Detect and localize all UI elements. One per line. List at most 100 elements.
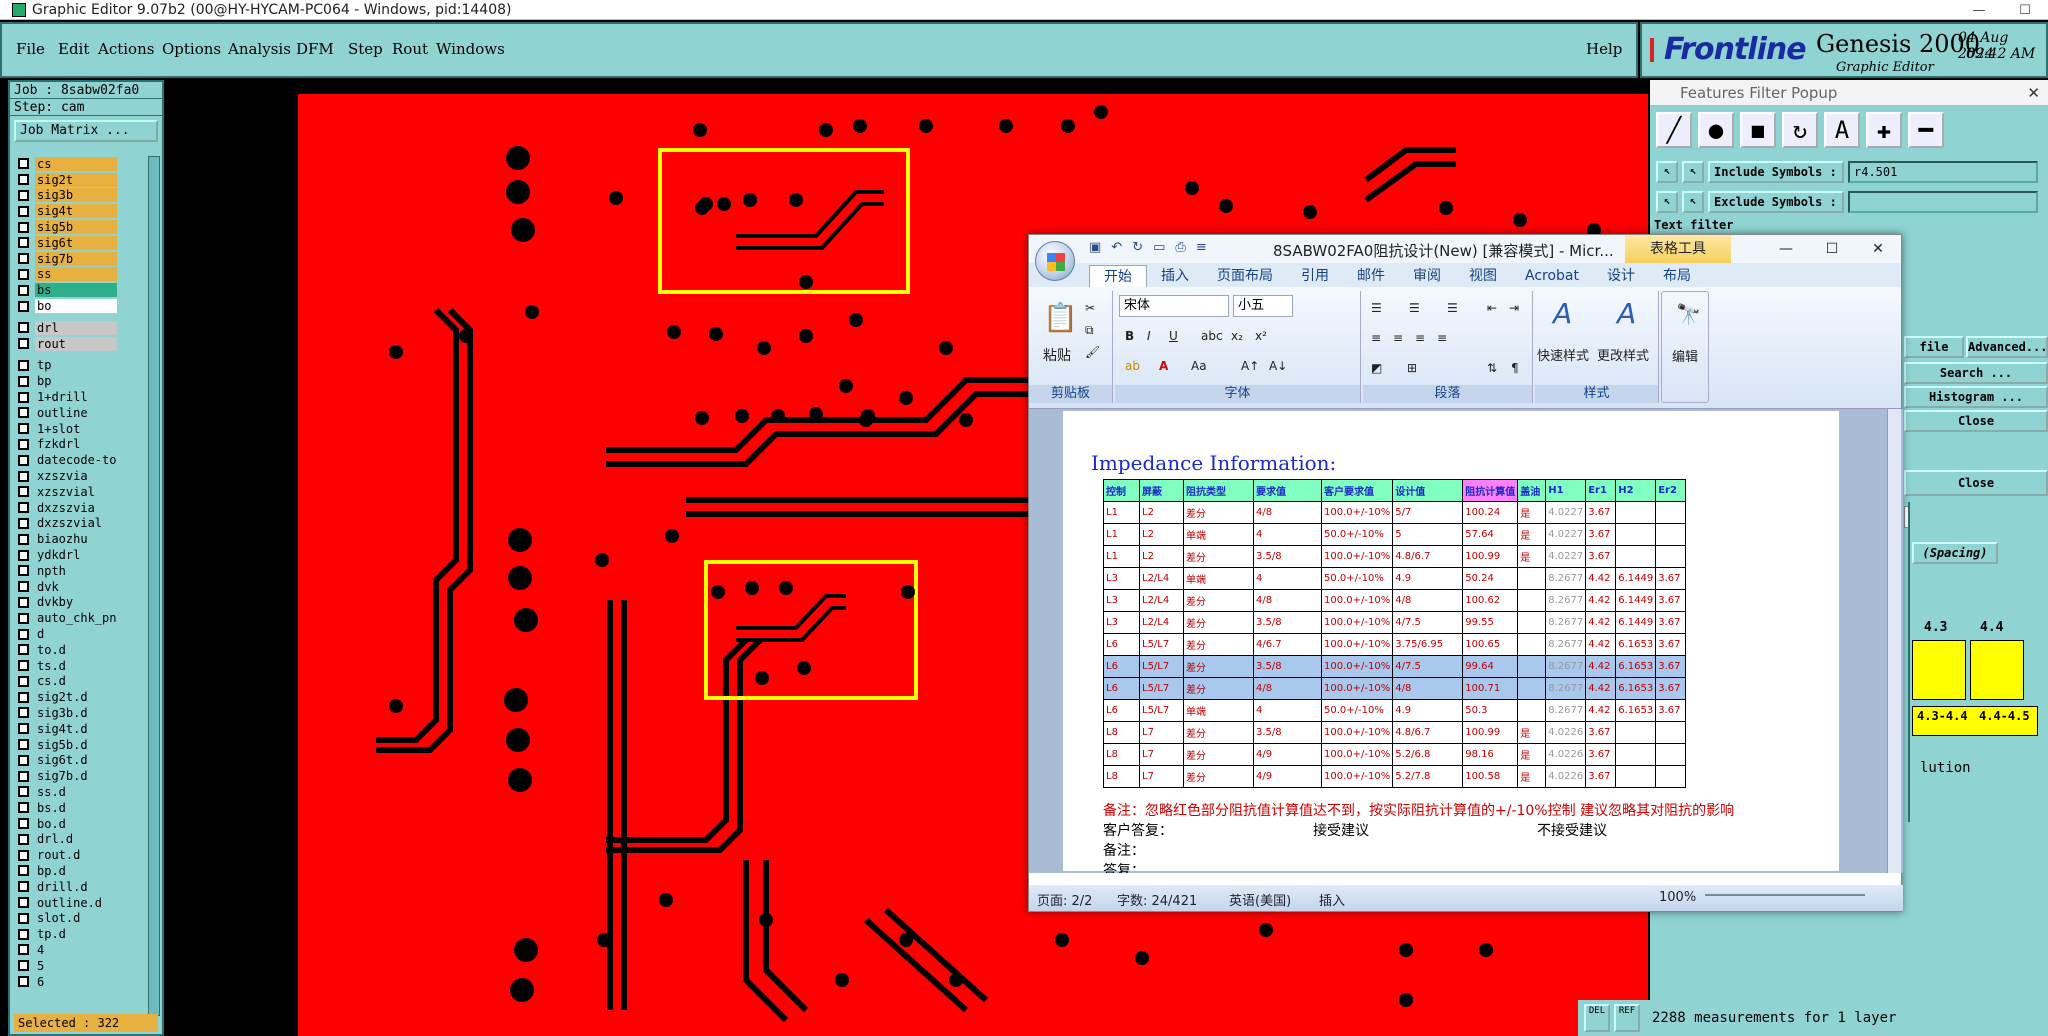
layer-name[interactable]: cs.d	[35, 674, 117, 689]
table-cell[interactable]: 3.67	[1585, 501, 1617, 524]
layer-checkbox[interactable]	[18, 338, 29, 350]
table-cell[interactable]: L5/L7	[1139, 699, 1184, 722]
close-icon[interactable]: ✕	[2027, 80, 2040, 106]
table-cell[interactable]: 50.0+/-10%	[1320, 567, 1394, 590]
table-cell[interactable]: 是	[1517, 765, 1547, 788]
layer-row[interactable]: drl.d	[14, 831, 144, 847]
layer-row[interactable]: dxzszvial	[14, 516, 144, 532]
table-cell[interactable]: L2	[1139, 523, 1184, 546]
table-cell[interactable]: 3.67	[1585, 765, 1617, 788]
table-cell[interactable]: 4/8	[1253, 677, 1322, 700]
layer-name[interactable]: sig3b	[35, 188, 117, 203]
layer-checkbox[interactable]	[18, 300, 29, 312]
table-cell[interactable]: L6	[1103, 677, 1140, 700]
layer-name[interactable]: sig5b	[35, 220, 117, 235]
table-cell[interactable]: 3.67	[1655, 699, 1687, 722]
layer-checkbox[interactable]	[18, 928, 29, 940]
table-cell[interactable]: L1	[1103, 545, 1140, 568]
layer-row[interactable]: 6	[14, 974, 144, 990]
table-cell[interactable]: 4.42	[1585, 677, 1617, 700]
layer-checkbox[interactable]	[18, 533, 29, 545]
table-cell[interactable]: 4.0226	[1545, 743, 1587, 766]
layer-row[interactable]: tp.d	[14, 926, 144, 942]
table-cell[interactable]: 8.2677	[1545, 633, 1587, 656]
sort-icon[interactable]: ⇅	[1487, 361, 1497, 375]
menu-step[interactable]: Step	[348, 40, 383, 58]
document-scrollbar[interactable]	[1887, 409, 1901, 873]
layer-checkbox[interactable]	[18, 174, 29, 186]
decrease-indent-icon[interactable]: ⇤	[1487, 301, 1497, 315]
table-row[interactable]: L8 L7 差分 4/9 100.0+/-10% 5.2/6.8 98.16 是 4.0226 3…	[1103, 743, 1687, 766]
table-cell[interactable]: L5/L7	[1139, 677, 1184, 700]
layer-checkbox[interactable]	[18, 375, 29, 387]
exclude-symbols-input[interactable]	[1848, 191, 2038, 213]
layer-row[interactable]: 5	[14, 958, 144, 974]
table-cell[interactable]	[1615, 501, 1657, 524]
pad-tool-icon[interactable]: ●	[1698, 112, 1734, 148]
table-cell[interactable]: L2/L4	[1139, 589, 1184, 612]
subscript-icon[interactable]: x₂	[1231, 329, 1243, 343]
layer-checkbox[interactable]	[18, 391, 29, 403]
menu-help[interactable]: Help	[1586, 40, 1622, 58]
edit-label[interactable]: 编辑	[1672, 346, 1698, 365]
table-row[interactable]: L6 L5/L7 差分 3.5/8 100.0+/-10% 4/7.5 99.64 8.267…	[1103, 655, 1687, 678]
paste-label[interactable]: 粘贴	[1043, 345, 1071, 365]
layer-checkbox[interactable]	[18, 253, 29, 265]
layer-name[interactable]: bs	[35, 283, 117, 298]
layer-row[interactable]: bo	[14, 298, 144, 314]
table-cell[interactable]: L8	[1103, 743, 1140, 766]
layer-row[interactable]: outline	[14, 405, 144, 421]
layer-row[interactable]: to.d	[14, 642, 144, 658]
layer-checkbox[interactable]	[18, 470, 29, 482]
close-button[interactable]: Close	[1904, 410, 2048, 432]
layer-name[interactable]: dxzszvia	[35, 500, 117, 515]
table-cell[interactable]: 单端	[1183, 567, 1254, 590]
table-cell[interactable]	[1517, 699, 1547, 722]
layer-checkbox[interactable]	[18, 802, 29, 814]
table-cell[interactable]: 差分	[1183, 655, 1254, 678]
layer-name[interactable]: 1+drill	[35, 390, 117, 405]
layer-name[interactable]: ss.d	[35, 784, 117, 799]
layer-row[interactable]: bp.d	[14, 863, 144, 879]
layer-checkbox[interactable]	[18, 707, 29, 719]
table-cell[interactable]: 100.0+/-10%	[1320, 633, 1394, 656]
table-cell[interactable]	[1655, 545, 1687, 568]
table-cell[interactable]: 单端	[1183, 523, 1254, 546]
shading-icon[interactable]: ◩	[1371, 361, 1382, 375]
layer-list-scrollbar[interactable]	[148, 156, 160, 1016]
table-cell[interactable]: 4.42	[1585, 633, 1617, 656]
layer-row[interactable]: sig7b.d	[14, 768, 144, 784]
layer-name[interactable]: npth	[35, 563, 117, 578]
table-cell[interactable]: 3.67	[1585, 523, 1617, 546]
layer-name[interactable]: 1+slot	[35, 421, 117, 436]
table-cell[interactable]: 6.1653	[1615, 677, 1657, 700]
layer-row[interactable]: biaozhu	[14, 531, 144, 547]
table-cell[interactable]: 4/7.5	[1392, 611, 1464, 634]
table-cell[interactable]: 4.0226	[1545, 721, 1587, 744]
layer-row[interactable]: sig4t.d	[14, 721, 144, 737]
layer-checkbox[interactable]	[18, 675, 29, 687]
layer-checkbox[interactable]	[18, 660, 29, 672]
layer-checkbox[interactable]	[18, 691, 29, 703]
surface-tool-icon[interactable]: ◼	[1740, 112, 1776, 148]
strikethrough-icon[interactable]: abc	[1201, 329, 1223, 343]
layer-checkbox[interactable]	[18, 849, 29, 861]
numbering-icon[interactable]: ☰	[1409, 301, 1420, 315]
table-cell[interactable]: L3	[1103, 589, 1140, 612]
table-cell[interactable]: L1	[1103, 501, 1140, 524]
table-cell[interactable]: L8	[1103, 765, 1140, 788]
table-cell[interactable]	[1517, 589, 1547, 612]
table-cell[interactable]: 4	[1253, 567, 1322, 590]
layer-checkbox[interactable]	[18, 565, 29, 577]
table-cell[interactable]: L5/L7	[1139, 633, 1184, 656]
table-cell[interactable]: 50.0+/-10%	[1320, 523, 1394, 546]
layer-row[interactable]: cs.d	[14, 674, 144, 690]
table-row[interactable]: L1 L2 单端 4 50.0+/-10% 5 57.64 是 4.0227 3.67	[1103, 523, 1687, 546]
table-cell[interactable]: 50.0+/-10%	[1320, 699, 1394, 722]
layer-name[interactable]: xzszvial	[35, 484, 117, 499]
table-row[interactable]: L1 L2 差分 3.5/8 100.0+/-10% 4.8/6.7 100.99 是 4.02…	[1103, 545, 1687, 568]
underline-icon[interactable]: U	[1169, 329, 1178, 343]
table-cell[interactable]: 6.1449	[1615, 589, 1657, 612]
table-cell[interactable]: 4/6.7	[1253, 633, 1322, 656]
text-tool-icon[interactable]: A	[1824, 112, 1860, 148]
